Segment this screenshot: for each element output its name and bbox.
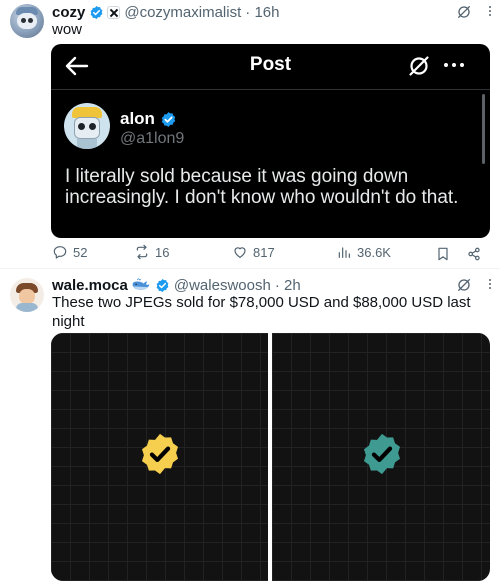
screenshot-author-handle: @a1lon9: [120, 130, 185, 147]
views-count: 36.6K: [357, 244, 391, 260]
divider: [51, 89, 490, 90]
repost-count: 16: [155, 244, 170, 260]
tweet-header: cozy @cozymaximalist · 16h: [52, 3, 279, 21]
action-bar: 52 16 817 36.6K: [52, 244, 492, 264]
scrollbar: [482, 94, 485, 164]
bookmark-icon[interactable]: [435, 246, 451, 262]
gold-verified-badge-icon: [141, 433, 179, 475]
views-icon: [338, 247, 350, 258]
screenshot-author-name: alon: [120, 109, 177, 129]
share-icon[interactable]: [466, 246, 482, 262]
grok-icon: [409, 56, 429, 76]
reply-icon: [53, 246, 67, 259]
tweet-header: wale.moca @waleswoosh · 2h: [52, 276, 301, 294]
nft-image-teal-check[interactable]: [272, 333, 490, 581]
grok-icon[interactable]: [456, 4, 472, 20]
tweet-time[interactable]: · 16h: [245, 4, 279, 21]
screenshot-author-name-text: alon: [120, 109, 155, 128]
avatar-eye-shape: [21, 18, 26, 23]
teal-verified-badge-icon: [363, 433, 401, 475]
verified-badge-icon: [90, 5, 103, 19]
nft-image-gold-check[interactable]: [51, 333, 268, 581]
author-handle[interactable]: @cozymaximalist: [124, 4, 241, 21]
more-icon[interactable]: [488, 4, 492, 18]
screenshot-tweet-text: I literally sold because it was going do…: [65, 166, 459, 208]
author-handle[interactable]: @waleswoosh: [174, 277, 271, 294]
author-name[interactable]: cozy: [52, 4, 85, 21]
repost-button[interactable]: 16: [134, 244, 169, 260]
more-icon[interactable]: [488, 277, 492, 291]
like-count: 817: [253, 244, 275, 260]
avatar-cozy[interactable]: [10, 4, 44, 38]
repost-icon: [136, 244, 148, 260]
embedded-screenshot[interactable]: Post alon @a1lon9 I literally sold becau…: [51, 44, 490, 238]
like-icon: [234, 247, 246, 258]
tweet-text: These two JPEGs sold for $78,000 USD and…: [52, 294, 471, 330]
tweet-cozy: cozy @cozymaximalist · 16h wow Post alon…: [0, 0, 500, 268]
affiliate-badge-icon[interactable]: [107, 5, 121, 19]
avatar-alon: [64, 103, 110, 149]
avatar-wale[interactable]: [10, 278, 44, 312]
more-icon: [444, 63, 464, 67]
avatar-eye-shape: [28, 18, 33, 23]
reply-count: 52: [73, 244, 88, 260]
whale-emoji-icon: [132, 278, 150, 290]
verified-badge-icon: [161, 111, 176, 127]
tweet-divider: [0, 268, 500, 269]
grok-icon[interactable]: [456, 277, 472, 293]
author-name[interactable]: wale.moca: [52, 277, 128, 294]
views-button[interactable]: 36.6K: [336, 244, 391, 260]
avatar-face-shape: [17, 13, 37, 29]
tweet-text: wow: [52, 21, 83, 38]
reply-button[interactable]: 52: [52, 244, 87, 260]
media-grid: [51, 333, 490, 581]
tweet-time[interactable]: · 2h: [275, 277, 301, 294]
verified-badge-icon: [156, 278, 169, 292]
like-button[interactable]: 817: [232, 244, 275, 260]
